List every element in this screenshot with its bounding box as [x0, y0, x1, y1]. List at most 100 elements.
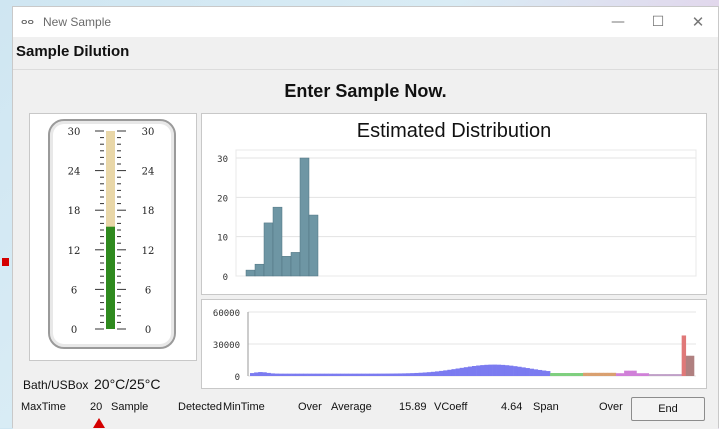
range-bar	[546, 371, 551, 376]
enter-sample-prompt: Enter Sample Now.	[284, 81, 447, 101]
range-bar	[624, 370, 629, 376]
range-bar	[270, 373, 275, 376]
range-bar	[365, 373, 370, 376]
range-bar	[402, 373, 407, 376]
range-bar	[595, 372, 600, 376]
range-bar	[324, 373, 329, 376]
window-title: New Sample	[43, 15, 112, 29]
minimize-button[interactable]: —	[603, 11, 633, 33]
range-y-tick-label: 0	[235, 373, 240, 383]
title-bar[interactable]: ⴰⴰ New Sample — ☐ ✕	[13, 7, 718, 37]
range-bar	[537, 369, 543, 376]
range-bar	[541, 370, 547, 376]
range-bar	[266, 372, 271, 376]
range-bar	[558, 373, 563, 376]
range-bar	[587, 372, 592, 376]
range-bar	[315, 373, 321, 376]
maximize-button[interactable]: ☐	[643, 11, 673, 33]
range-bar	[476, 365, 481, 376]
range-bar	[274, 373, 280, 376]
distribution-y-tick-label: 10	[217, 234, 228, 244]
thermometer-tick-label-right: 30	[142, 127, 155, 138]
range-bar	[484, 364, 489, 376]
range-bar	[406, 373, 411, 376]
range-bar	[435, 371, 440, 376]
range-bar	[685, 355, 691, 376]
thermometer-panel: 30 30 24 24 18 18 12 12 6 6 0 0	[29, 113, 197, 361]
thermometer-tick-label-right: 0	[145, 325, 151, 336]
thermometer-gauge: 30 30 24 24 18 18 12 12 6 6 0 0	[68, 127, 155, 336]
vcoeff-value: 4.64	[501, 401, 523, 413]
range-bar	[599, 372, 604, 376]
range-bar	[369, 373, 374, 376]
thermometer-tick-label-left: 0	[71, 325, 77, 336]
range-bar	[307, 373, 312, 376]
mintime-label: MinTime	[223, 401, 265, 413]
distribution-y-tick-label: 20	[217, 194, 228, 204]
distribution-chart: 30 20 10 0	[217, 149, 697, 283]
range-bar	[521, 367, 526, 376]
range-bar	[303, 373, 308, 376]
distribution-bar	[299, 157, 310, 277]
dialog-client-area: Sample Dilution Enter Sample Now. 30 30 24…	[13, 37, 718, 429]
distribution-y-tick-label: 30	[217, 155, 228, 165]
range-bar	[451, 369, 456, 376]
range-bar	[410, 373, 415, 376]
range-bar	[393, 373, 399, 376]
range-bar	[455, 368, 460, 376]
range-bar	[381, 373, 386, 376]
new-sample-window: ⴰⴰ New Sample — ☐ ✕ Sample Dilution Ente…	[12, 6, 719, 429]
range-bar	[640, 373, 645, 376]
distribution-bar	[254, 263, 265, 277]
distribution-bar	[308, 214, 319, 277]
range-histogram-panel: 60000 30000 0	[201, 299, 707, 389]
range-bar	[356, 373, 362, 376]
range-bar	[648, 374, 654, 376]
range-bar	[463, 367, 469, 376]
range-bar	[352, 373, 358, 376]
range-bar	[385, 373, 391, 376]
distribution-bar	[272, 206, 283, 277]
distribution-y-tick-label: 0	[223, 273, 228, 283]
range-bar	[583, 372, 588, 376]
thermometer-tick-label-left: 12	[68, 246, 81, 257]
range-bar	[492, 364, 497, 376]
thermometer-fill	[106, 226, 115, 329]
bath-temperature-value: 20°C/25°C	[94, 376, 161, 392]
range-bar	[373, 373, 378, 376]
range-bar	[447, 369, 452, 376]
range-bar	[578, 373, 584, 376]
range-bar	[665, 374, 670, 376]
range-bar	[291, 373, 296, 376]
range-bar	[328, 373, 333, 376]
range-bar	[607, 372, 613, 376]
range-bar	[574, 373, 580, 376]
range-bar	[389, 373, 395, 376]
close-button[interactable]: ✕	[683, 11, 713, 33]
range-bar	[636, 373, 641, 376]
range-bar	[525, 368, 530, 376]
range-bar	[669, 374, 674, 376]
range-bar	[443, 370, 448, 376]
thermometer-tick-label-right: 6	[145, 285, 151, 296]
distribution-bar	[290, 252, 301, 277]
range-bar	[295, 373, 300, 376]
range-bar	[554, 373, 559, 376]
range-y-tick-label: 60000	[213, 309, 240, 319]
range-y-tick-label: 30000	[213, 341, 240, 351]
thermometer-tick-label-left: 6	[71, 285, 77, 296]
thermometer-tick-label-right: 12	[142, 246, 155, 257]
range-bar	[467, 366, 473, 376]
range-bar	[459, 367, 465, 376]
range-bar	[414, 372, 419, 376]
bath-label: Bath/USBox	[23, 378, 89, 392]
range-bar	[550, 373, 555, 376]
range-bar	[615, 373, 621, 376]
app-icon: ⴰⴰ	[21, 16, 34, 27]
header-divider	[13, 69, 718, 70]
range-bar	[488, 364, 493, 376]
end-button[interactable]: End	[631, 397, 705, 421]
range-bar	[361, 373, 366, 376]
maxtime-value: 20	[90, 401, 103, 413]
span-label: Span	[533, 401, 559, 413]
